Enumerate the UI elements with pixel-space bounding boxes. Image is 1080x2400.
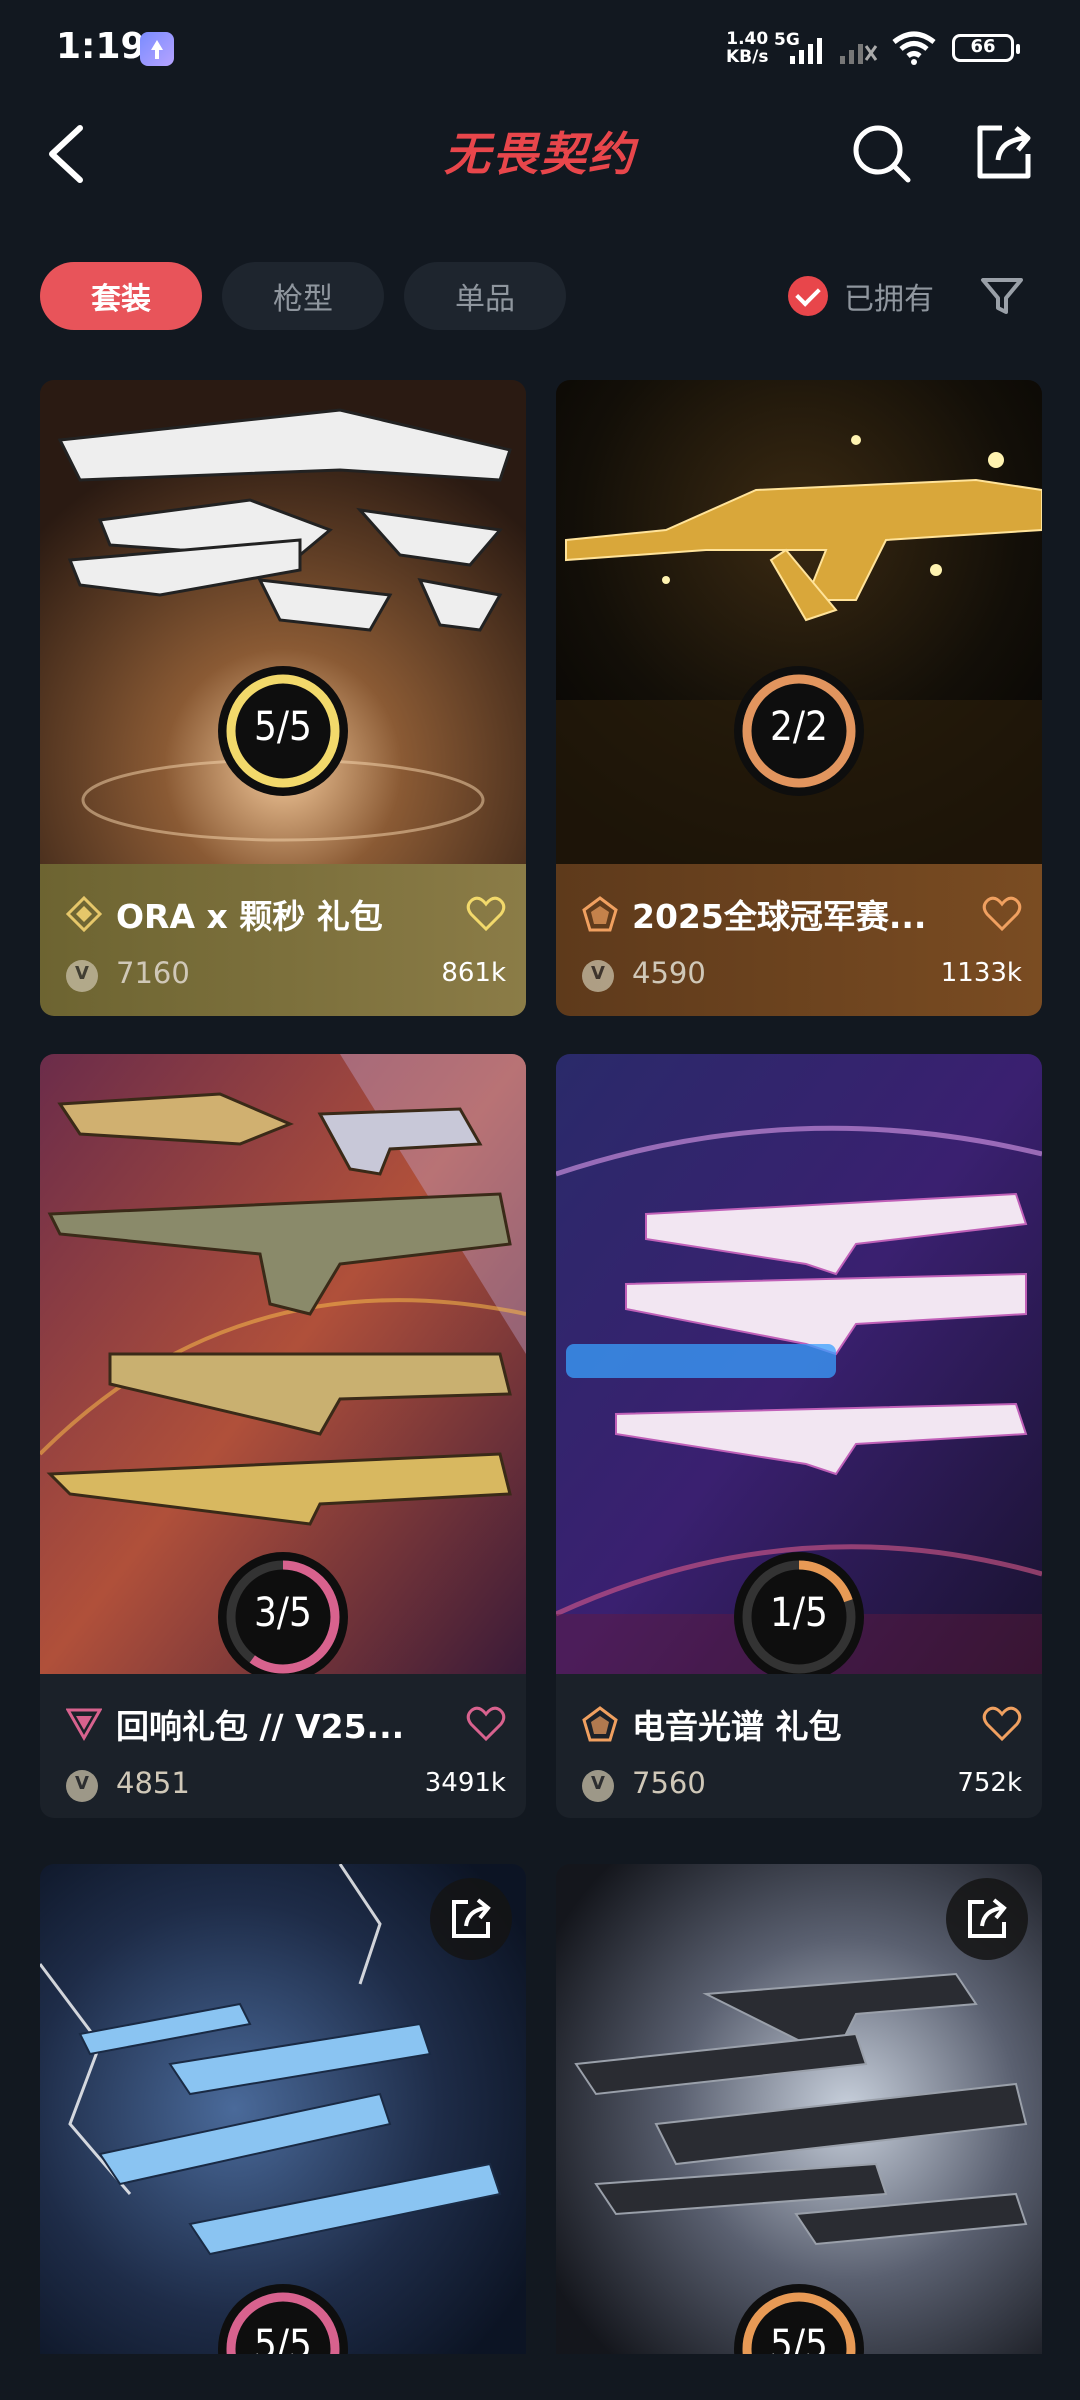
collection-progress-text: 5/5 (770, 2322, 828, 2354)
valorant-points-icon (582, 960, 614, 992)
share-bundle-button[interactable] (430, 1878, 512, 1960)
wifi-icon (892, 31, 936, 65)
bundle-card[interactable]: 3/5 回响礼包 // V25... 4851 3491k (40, 1054, 526, 1818)
heart-icon[interactable] (982, 896, 1022, 932)
speed-value: 1.40 (726, 29, 769, 49)
bundle-name: 电音光谱 礼包 (632, 1707, 842, 1746)
bundle-name: ORA x 颗秒 礼包 (116, 897, 383, 936)
bundle-card[interactable]: 5/5 (40, 1864, 526, 2354)
bundle-info: 2025全球冠军赛... 4590 1133k (556, 864, 1042, 1016)
battery-level: 66 (970, 36, 996, 57)
collection-progress-ring: 5/5 (734, 2284, 864, 2354)
bundle-price: 4851 (116, 1766, 190, 1800)
bundle-price: 4590 (632, 956, 706, 990)
share-icon[interactable] (974, 122, 1034, 182)
signal-secondary-icon (840, 44, 878, 64)
battery-icon: 66 (952, 34, 1020, 62)
filter-funnel-icon[interactable] (980, 276, 1024, 316)
valorant-points-icon (66, 1770, 98, 1802)
bundle-card[interactable]: 5/5 ORA x 颗秒 礼包 7160 861k (40, 380, 526, 1016)
tab-single-item[interactable]: 单品 (404, 262, 566, 330)
bundle-name: 2025全球冠军赛... (632, 897, 927, 936)
valorant-points-icon (66, 960, 98, 992)
collection-progress-ring: 5/5 (218, 666, 348, 796)
collection-progress-text: 2/2 (770, 704, 828, 750)
bundle-info: 回响礼包 // V25... 4851 3491k (40, 1674, 526, 1818)
heart-icon[interactable] (466, 1706, 506, 1742)
search-icon[interactable] (850, 122, 912, 184)
like-count: 1133k (940, 958, 1022, 988)
collection-progress-ring: 5/5 (218, 2284, 348, 2354)
share-bundle-button[interactable] (946, 1878, 1028, 1960)
bundle-card[interactable]: 5/5 (556, 1864, 1042, 2354)
bundle-card[interactable]: 1/5 电音光谱 礼包 7560 752k (556, 1054, 1042, 1818)
checkmark-icon[interactable] (788, 276, 828, 316)
network-speed: 1.40 KB/s (726, 30, 768, 66)
valorant-points-icon (582, 1770, 614, 1802)
collection-progress-text: 5/5 (254, 704, 312, 750)
exclusive-tier-icon (582, 1706, 618, 1742)
upload-notification-icon (140, 32, 174, 66)
collection-progress-ring: 2/2 (734, 666, 864, 796)
collection-progress-ring: 3/5 (218, 1552, 348, 1682)
share-icon (452, 1898, 491, 1938)
tab-weapon-type[interactable]: 枪型 (222, 262, 384, 330)
like-count: 752k (957, 1768, 1022, 1798)
like-count: 861k (441, 958, 506, 988)
page-title: 无畏契约 (444, 127, 636, 181)
status-time: 1:19 (56, 26, 146, 67)
premium-tier-icon (66, 1708, 102, 1742)
heart-icon[interactable] (982, 1706, 1022, 1742)
collection-progress-text: 1/5 (770, 1590, 828, 1636)
status-bar: 1:19 1.40 KB/s 5G 66 (0, 0, 1080, 100)
bundle-name: 回响礼包 // V25... (116, 1707, 405, 1746)
owned-toggle[interactable]: 已拥有 (788, 274, 934, 318)
speed-unit: KB/s (726, 47, 769, 67)
like-count: 3491k (424, 1768, 506, 1798)
category-tabs: 套装 枪型 单品 (40, 262, 566, 330)
collection-progress-text: 5/5 (254, 2322, 312, 2354)
select-tier-icon (66, 896, 102, 932)
bundle-card[interactable]: 2/2 2025全球冠军赛... 4590 1133k (556, 380, 1042, 1016)
collection-progress-text: 3/5 (254, 1590, 312, 1636)
owned-label: 已拥有 (844, 282, 934, 317)
collection-progress-ring: 1/5 (734, 1552, 864, 1682)
bundle-price: 7560 (632, 1766, 706, 1800)
heart-icon[interactable] (466, 896, 506, 932)
exclusive-tier-icon (582, 896, 618, 932)
share-icon (968, 1898, 1007, 1938)
tab-bundle[interactable]: 套装 (40, 262, 202, 330)
signal-icon (790, 38, 822, 64)
bundle-info: 电音光谱 礼包 7560 752k (556, 1674, 1042, 1818)
bundle-price: 7160 (116, 956, 190, 990)
bundle-info: ORA x 颗秒 礼包 7160 861k (40, 864, 526, 1016)
